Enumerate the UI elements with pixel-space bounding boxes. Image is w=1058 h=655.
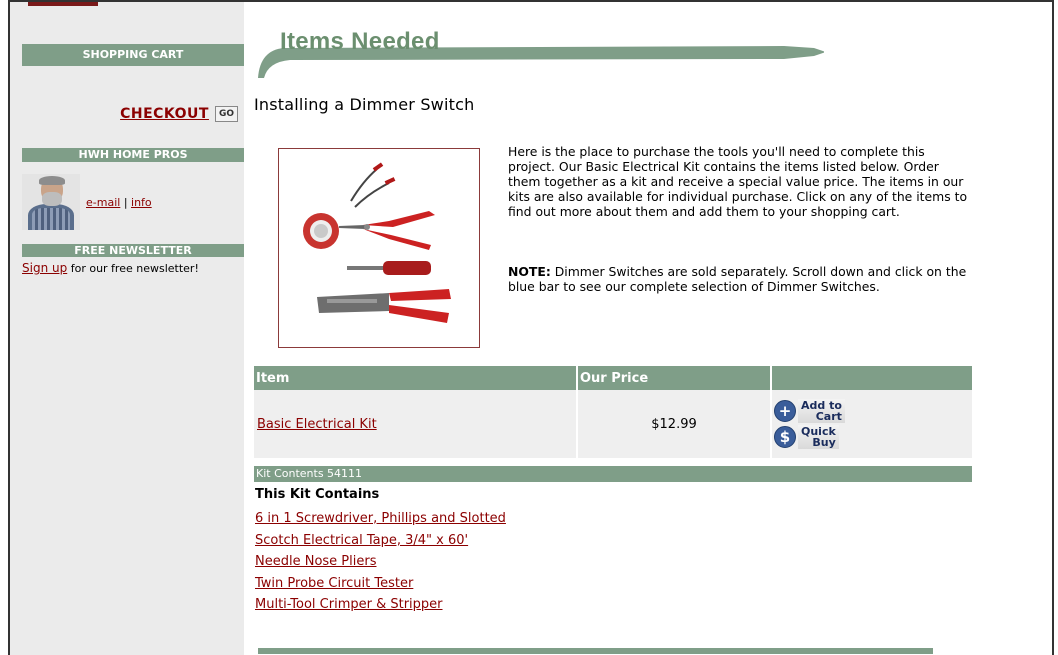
table-row: Basic Electrical Kit $12.99 + Add to Cart… bbox=[254, 390, 972, 458]
price-table: Item Our Price Basic Electrical Kit $12.… bbox=[254, 366, 972, 458]
link-separator: | bbox=[123, 195, 128, 209]
note-text: Dimmer Switches are sold separately. Scr… bbox=[508, 264, 967, 294]
header-item: Item bbox=[254, 366, 578, 390]
kit-price: $12.99 bbox=[577, 390, 772, 458]
dollar-icon: $ bbox=[774, 426, 796, 448]
kit-item-tape-link[interactable]: Scotch Electrical Tape, 3/4" x 60' bbox=[255, 533, 468, 548]
go-button[interactable]: GO bbox=[214, 106, 238, 122]
kit-item-screwdriver-link[interactable]: 6 in 1 Screwdriver, Phillips and Slotted bbox=[255, 511, 506, 526]
sidebar: SHOPPING CART CHECKOUT GO HWH HOME PROS … bbox=[10, 2, 244, 655]
main-content: Items Needed Installing a Dimmer Switch bbox=[244, 2, 1052, 655]
list-item: 6 in 1 Screwdriver, Phillips and Slotted bbox=[255, 508, 506, 530]
kit-item-link[interactable]: Basic Electrical Kit bbox=[255, 417, 377, 432]
note-paragraph: NOTE: Dimmer Switches are sold separatel… bbox=[508, 264, 972, 294]
items-needed-banner: Items Needed bbox=[254, 26, 826, 82]
kit-items-list: 6 in 1 Screwdriver, Phillips and Slotted… bbox=[255, 508, 506, 616]
quick-buy-label: Quick Buy bbox=[798, 425, 839, 449]
list-item: Needle Nose Pliers bbox=[255, 551, 506, 573]
home-pros-heading: HWH HOME PROS bbox=[22, 148, 244, 162]
list-item: Multi-Tool Crimper & Stripper bbox=[255, 594, 506, 616]
banner-title: Items Needed bbox=[280, 28, 440, 55]
email-link[interactable]: e-mail bbox=[86, 196, 120, 209]
add-to-cart-label: Add to Cart bbox=[798, 399, 845, 423]
note-label: NOTE: bbox=[508, 264, 551, 279]
quick-buy-button[interactable]: $ Quick Buy bbox=[774, 425, 971, 449]
checkout-link[interactable]: CHECKOUT bbox=[120, 106, 209, 122]
kit-item-tester-link[interactable]: Twin Probe Circuit Tester bbox=[255, 576, 413, 591]
plus-icon: + bbox=[774, 400, 796, 422]
info-link[interactable]: info bbox=[131, 196, 152, 209]
page-frame: SHOPPING CART CHECKOUT GO HWH HOME PROS … bbox=[8, 0, 1054, 655]
list-item: Twin Probe Circuit Tester bbox=[255, 573, 506, 595]
kit-contents-bar: Kit Contents 54111 bbox=[254, 466, 972, 482]
avatar bbox=[22, 174, 80, 230]
kit-contains-heading: This Kit Contains bbox=[255, 487, 380, 502]
top-stub-bar bbox=[28, 2, 98, 6]
header-price: Our Price bbox=[577, 366, 772, 390]
signup-link[interactable]: Sign up bbox=[22, 261, 67, 275]
kit-product-image[interactable] bbox=[278, 148, 480, 348]
home-pros-links: e-mail | info bbox=[86, 196, 152, 209]
add-to-cart-button[interactable]: + Add to Cart bbox=[774, 399, 971, 423]
action-cell: + Add to Cart $ Quick Buy bbox=[771, 390, 972, 458]
list-item: Scotch Electrical Tape, 3/4" x 60' bbox=[255, 530, 506, 552]
shopping-cart-heading: SHOPPING CART bbox=[22, 44, 244, 66]
bottom-divider-bar bbox=[258, 648, 933, 654]
page-title: Installing a Dimmer Switch bbox=[254, 95, 475, 114]
table-header-row: Item Our Price bbox=[254, 366, 972, 390]
kit-item-crimper-link[interactable]: Multi-Tool Crimper & Stripper bbox=[255, 597, 443, 612]
tools-illustration bbox=[303, 162, 451, 323]
header-actions bbox=[771, 366, 972, 390]
signup-suffix: for our free newsletter! bbox=[67, 262, 199, 275]
newsletter-heading: FREE NEWSLETTER bbox=[22, 244, 244, 257]
newsletter-row: Sign up for our free newsletter! bbox=[22, 261, 199, 275]
home-pros-row: e-mail | info bbox=[22, 174, 152, 230]
intro-paragraph: Here is the place to purchase the tools … bbox=[508, 144, 968, 219]
kit-item-pliers-link[interactable]: Needle Nose Pliers bbox=[255, 554, 376, 569]
checkout-row: CHECKOUT GO bbox=[120, 106, 238, 122]
